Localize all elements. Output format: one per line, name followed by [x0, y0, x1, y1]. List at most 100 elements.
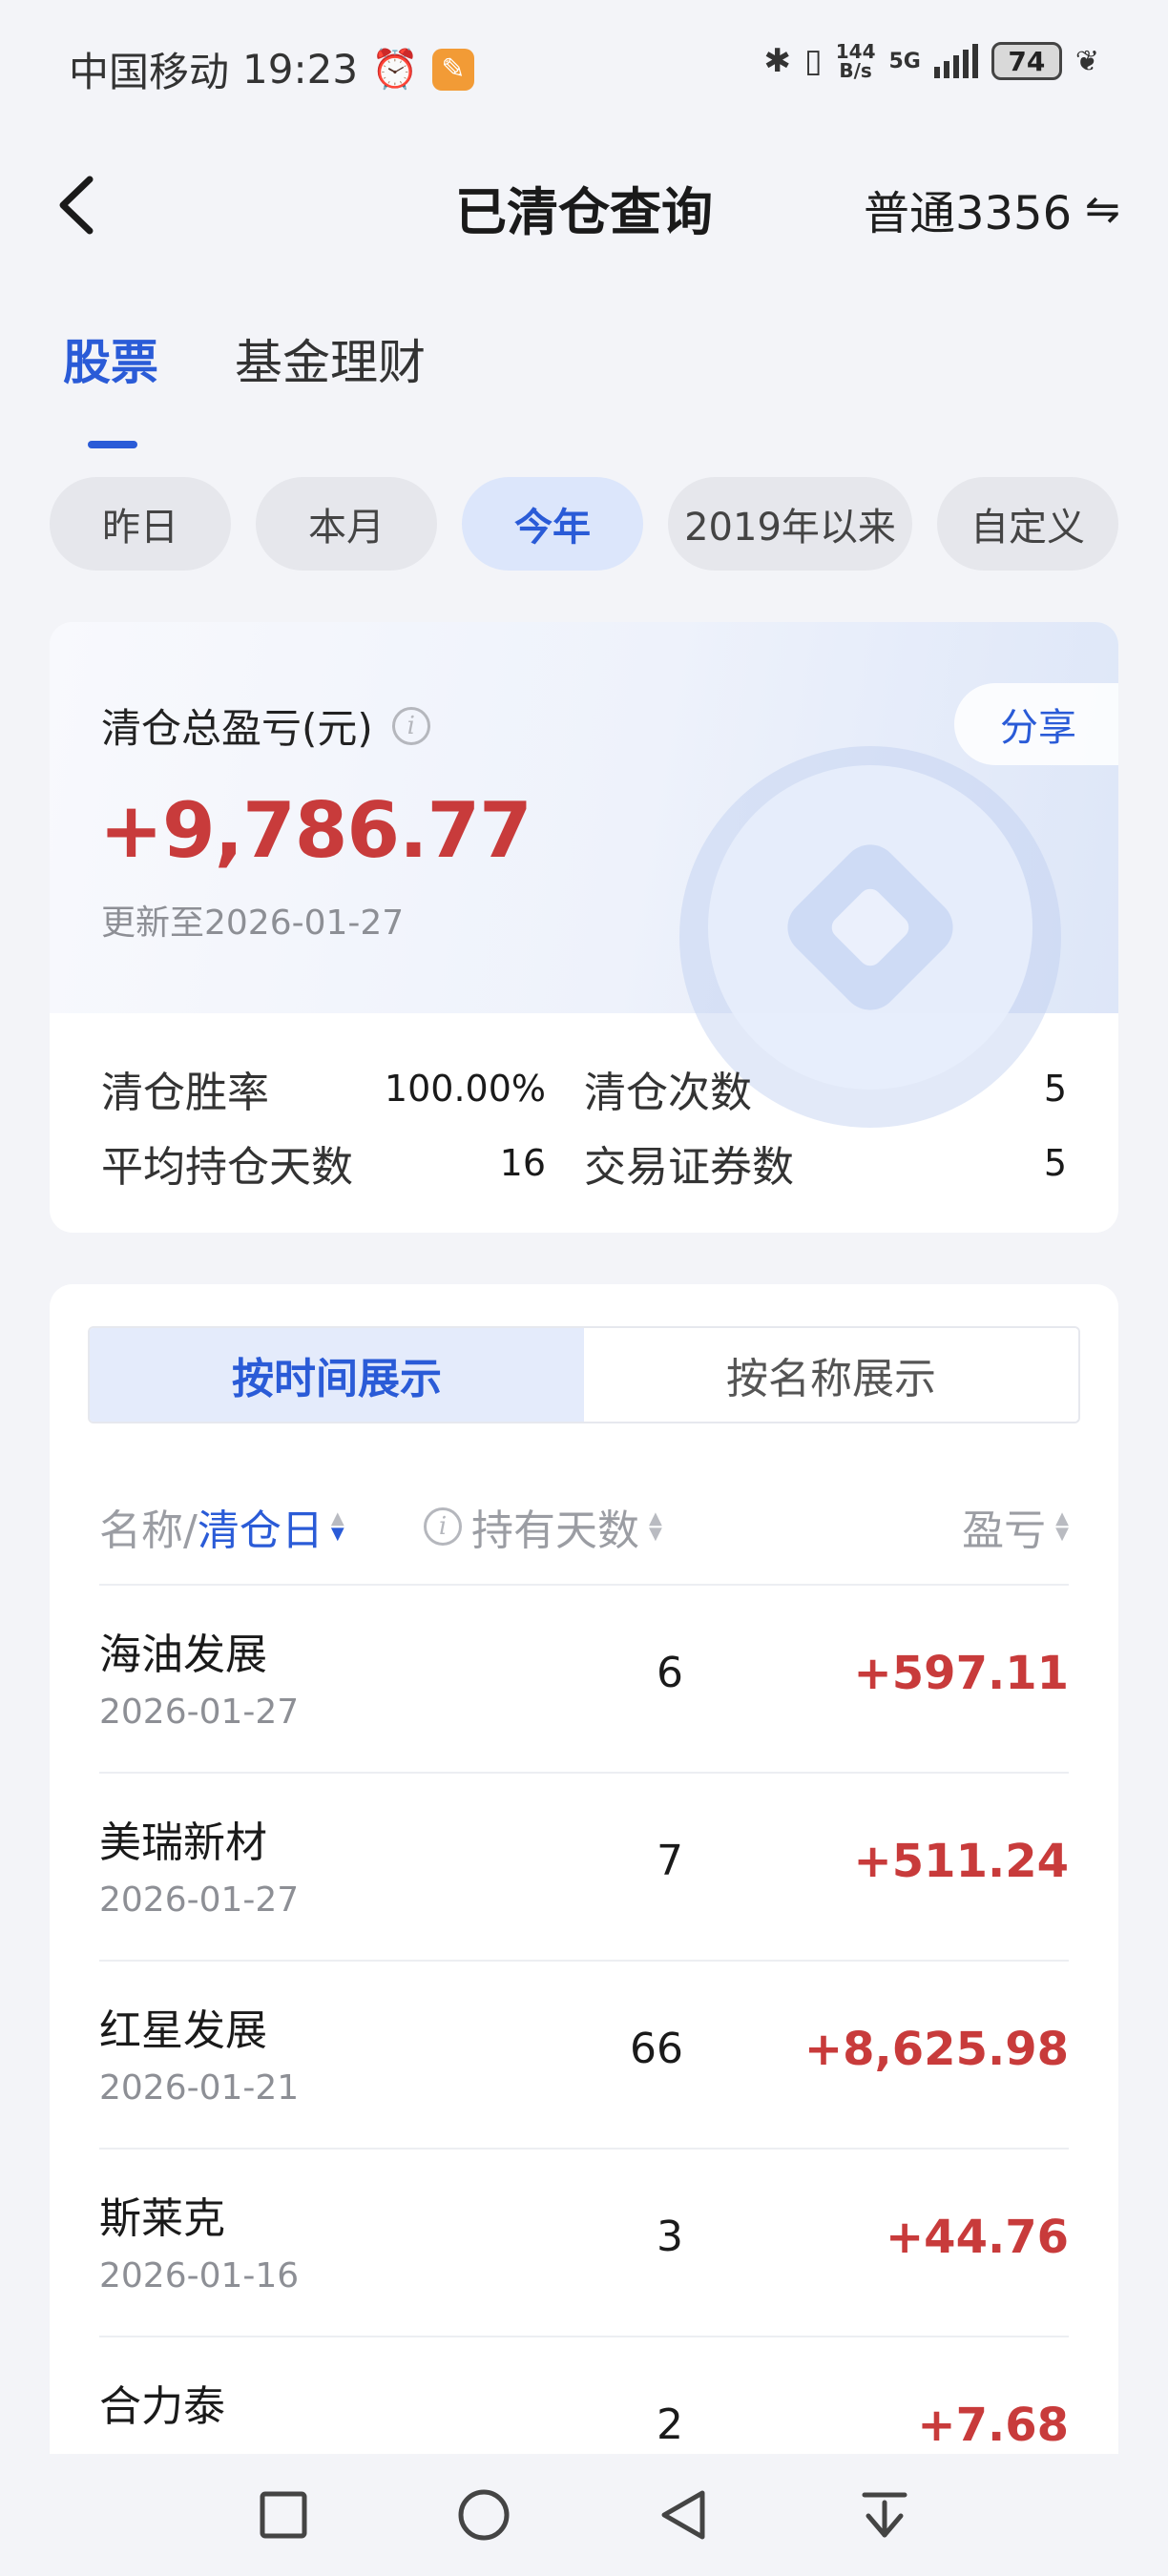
period-since-2019[interactable]: 2019年以来 [668, 477, 912, 571]
stat-label: 清仓次数 [584, 1069, 752, 1117]
vibrate-icon: ▯ [804, 42, 823, 80]
clear-date: 2026-01-27 [99, 1693, 300, 1732]
stat-row: 平均持仓天数 16 交易证券数 5 [101, 1126, 1067, 1200]
total-pnl: +9,786.77 [99, 786, 532, 875]
back-nav-button[interactable] [656, 2486, 713, 2544]
stock-name: 斯莱克 [99, 2194, 225, 2243]
status-left: 中国移动 19:23 ⏰ ✎ [69, 40, 474, 98]
square-icon [260, 2491, 307, 2539]
battery-icon: 74 [991, 42, 1062, 80]
stat-value: 5 [1043, 1068, 1067, 1110]
alarm-icon: ⏰ [371, 48, 419, 92]
stat-row: 清仓胜率 100.00% 清仓次数 5 [101, 1051, 1067, 1126]
hold-days: 6 [657, 1649, 683, 1697]
summary-label-text: 清仓总盈亏(元) [101, 705, 373, 752]
clear-date: 2026-01-21 [99, 2068, 300, 2108]
battery-level: 74 [1008, 45, 1046, 77]
stock-name: 美瑞新材 [99, 1818, 267, 1867]
swap-icon: ⇋ [1085, 184, 1120, 234]
stat-securities: 交易证券数 5 [584, 1132, 1067, 1194]
share-button[interactable]: 分享 [954, 683, 1118, 765]
sort-arrows-icon: ▲ ▼ [649, 1508, 662, 1544]
home-button[interactable] [455, 2486, 512, 2544]
table-row[interactable]: 斯莱克 2026-01-16 3 +44.76 [99, 2148, 1069, 2336]
period-filter: 昨日 本月 今年 2019年以来 自定义 [50, 477, 1118, 571]
period-custom[interactable]: 自定义 [937, 477, 1118, 571]
clear-date: 2026-01-16 [99, 2256, 300, 2296]
status-bar: 中国移动 19:23 ⏰ ✎ ✱ ▯ 144 B/s 5G 74 ❦ [0, 0, 1168, 134]
period-yesterday[interactable]: 昨日 [50, 477, 231, 571]
col-sort-field: 清仓日 [197, 1506, 323, 1555]
stat-value: 16 [499, 1142, 546, 1184]
update-time: 更新至2026-01-27 [101, 904, 405, 943]
net-speed-unit: B/s [839, 59, 872, 82]
tab-funds[interactable]: 基金理财 [235, 324, 426, 393]
status-right: ✱ ▯ 144 B/s 5G 74 ❦ [764, 42, 1099, 80]
stock-name: 合力泰 [99, 2382, 225, 2431]
account-label: 普通3356 [863, 187, 1073, 240]
system-nav-bar [0, 2454, 1168, 2576]
cleared-list-card: 按时间展示 按名称展示 名称/清仓日 ▲ ▼ i 持有天数 ▲ ▼ 盈亏 ▲ ▼ 海油… [50, 1284, 1118, 2576]
view-by-name-button[interactable]: 按名称展示 [584, 1328, 1078, 1422]
circle-icon [458, 2489, 510, 2541]
view-toggle: 按时间展示 按名称展示 [88, 1326, 1080, 1423]
network-type: 5G [888, 49, 921, 73]
app-notification-icon: ✎ [431, 48, 474, 91]
bluetooth-icon: ✱ [763, 42, 792, 80]
stat-label: 交易证券数 [584, 1143, 794, 1192]
account-switch-button[interactable]: 普通3356 ⇋ [864, 176, 1120, 242]
clock-time: 19:23 [242, 46, 359, 93]
hold-days: 2 [657, 2400, 683, 2449]
stat-win-rate: 清仓胜率 100.00% [101, 1058, 584, 1119]
carrier-name: 中国移动 [69, 49, 230, 95]
cleared-list: 海油发展 2026-01-27 6 +597.11 美瑞新材 2026-01-2… [99, 1584, 1069, 2524]
net-speed: 144 B/s [836, 42, 876, 80]
hold-days: 66 [630, 2025, 683, 2073]
table-row[interactable]: 美瑞新材 2026-01-27 7 +511.24 [99, 1772, 1069, 1960]
net-speed-value: 144 [835, 40, 876, 63]
view-by-time-button[interactable]: 按时间展示 [90, 1328, 584, 1422]
summary-card: 清仓总盈亏(元) i 分享 +9,786.77 更新至2026-01-27 清仓… [50, 622, 1118, 1233]
stat-value: 5 [1043, 1142, 1067, 1184]
period-this-month[interactable]: 本月 [256, 477, 437, 571]
table-row[interactable]: 红星发展 2026-01-21 66 +8,625.98 [99, 1960, 1069, 2148]
stock-name: 海油发展 [99, 1631, 267, 1679]
row-pnl: +511.24 [853, 1835, 1069, 1888]
stat-label: 清仓胜率 [101, 1069, 269, 1117]
recent-apps-button[interactable] [255, 2486, 312, 2544]
summary-stats: 清仓胜率 100.00% 清仓次数 5 平均持仓天数 16 交易证券数 5 [101, 1051, 1067, 1200]
col-days-label: 持有天数 [471, 1506, 639, 1555]
row-pnl: +44.76 [885, 2211, 1069, 2264]
row-pnl: +597.11 [853, 1647, 1069, 1700]
summary-label: 清仓总盈亏(元) i [101, 696, 430, 755]
stat-value: 100.00% [384, 1068, 546, 1110]
period-this-year[interactable]: 今年 [462, 477, 643, 571]
col-name-label: 名称/ [99, 1506, 198, 1555]
table-row[interactable]: 海油发展 2026-01-27 6 +597.11 [99, 1584, 1069, 1772]
stock-name: 红星发展 [99, 2006, 267, 2055]
hold-days: 3 [657, 2212, 683, 2261]
sort-by-pnl-header[interactable]: 盈亏 ▲ ▼ [962, 1496, 1069, 1557]
table-header: 名称/清仓日 ▲ ▼ i 持有天数 ▲ ▼ 盈亏 ▲ ▼ [99, 1496, 1069, 1563]
pull-down-icon [862, 2492, 907, 2538]
sort-by-days-header[interactable]: i 持有天数 ▲ ▼ [424, 1496, 662, 1557]
triangle-back-icon [661, 2490, 705, 2540]
row-pnl: +8,625.98 [803, 2023, 1069, 2076]
header: 已清仓查询 普通3356 ⇋ [0, 153, 1168, 258]
leaf-icon: ❦ [1074, 44, 1099, 78]
stat-clear-count: 清仓次数 5 [584, 1058, 1067, 1119]
row-pnl: +7.68 [917, 2399, 1069, 2452]
sort-arrows-icon: ▲ ▼ [330, 1508, 344, 1544]
sort-by-date-header[interactable]: 名称/清仓日 ▲ ▼ [99, 1496, 344, 1557]
pull-down-button[interactable] [856, 2486, 913, 2544]
tab-stocks[interactable]: 股票 [63, 324, 158, 448]
clear-date: 2026-01-27 [99, 1880, 300, 1920]
col-pnl-label: 盈亏 [962, 1506, 1047, 1555]
stat-avg-days: 平均持仓天数 16 [101, 1132, 584, 1194]
info-icon[interactable]: i [391, 706, 430, 745]
info-icon[interactable]: i [424, 1507, 462, 1546]
sort-arrows-icon: ▲ ▼ [1055, 1508, 1069, 1544]
main-tabs: 股票 基金理财 [63, 324, 426, 448]
hold-days: 7 [657, 1837, 683, 1885]
signal-icon [933, 44, 978, 78]
